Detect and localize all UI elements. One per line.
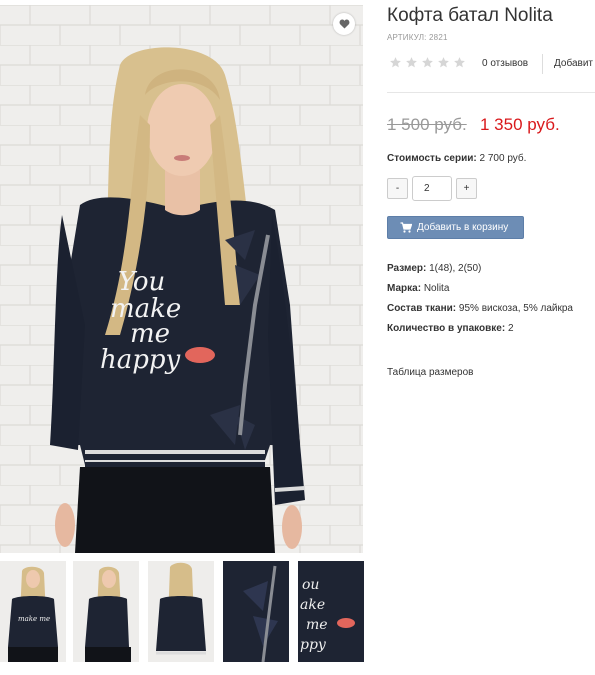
thumbnail-4[interactable] bbox=[223, 561, 289, 662]
old-price: 1 500 руб. bbox=[387, 115, 467, 134]
size-table-link[interactable]: Таблица размеров bbox=[387, 367, 473, 378]
attribute-brand: Марка: Nolita bbox=[387, 283, 573, 303]
shopping-cart-icon bbox=[400, 222, 412, 233]
star-icon[interactable] bbox=[405, 56, 418, 69]
attribute-label: Количество в упаковке: bbox=[387, 323, 506, 334]
divider bbox=[387, 92, 595, 93]
product-title: Кофта батал Nolita bbox=[387, 5, 553, 26]
add-to-cart-button[interactable]: Добавить в корзину bbox=[387, 216, 524, 239]
attribute-pack-quantity: Количество в упаковке: 2 bbox=[387, 323, 573, 343]
star-icon[interactable] bbox=[389, 56, 402, 69]
attribute-value: Nolita bbox=[423, 283, 450, 294]
star-icon[interactable] bbox=[453, 56, 466, 69]
favorite-button[interactable] bbox=[333, 13, 355, 35]
attribute-value: 2 bbox=[507, 323, 514, 334]
star-icon[interactable] bbox=[421, 56, 434, 69]
thumbnail-3[interactable] bbox=[148, 561, 214, 662]
attribute-fabric: Состав ткани: 95% вискоза, 5% лайкра bbox=[387, 303, 573, 323]
quantity-increase-button[interactable]: + bbox=[456, 178, 477, 199]
series-cost-value: 2 700 руб. bbox=[479, 153, 527, 164]
attribute-label: Размер: bbox=[387, 263, 427, 274]
attribute-size: Размер: 1(48), 2(50) bbox=[387, 263, 573, 283]
thumbnail-image: ou ake me ppy bbox=[298, 561, 364, 662]
thumbnail-1[interactable]: make me bbox=[0, 561, 66, 662]
attribute-value: 95% вискоза, 5% лайкра bbox=[458, 303, 573, 314]
thumbnail-5[interactable]: ou ake me ppy bbox=[298, 561, 364, 662]
thumbnail-image bbox=[223, 561, 289, 662]
product-sku: АРТИКУЛ: 2821 bbox=[387, 33, 448, 42]
quantity-decrease-button[interactable]: - bbox=[387, 178, 408, 199]
svg-text:You: You bbox=[118, 267, 165, 297]
svg-text:ake: ake bbox=[300, 597, 325, 613]
svg-text:ou: ou bbox=[302, 577, 319, 593]
star-icon[interactable] bbox=[437, 56, 450, 69]
product-attributes: Размер: 1(48), 2(50) Марка: Nolita Соста… bbox=[387, 263, 573, 343]
heart-icon bbox=[339, 19, 349, 29]
sku-label: АРТИКУЛ: bbox=[387, 33, 427, 42]
add-to-cart-label: Добавить в корзину bbox=[417, 222, 509, 233]
thumbnail-2[interactable] bbox=[73, 561, 139, 662]
thumbnail-image: make me bbox=[0, 561, 66, 662]
quantity-input[interactable] bbox=[412, 176, 452, 201]
thumbnail-gallery: make me ou ake me ppy bbox=[0, 561, 365, 662]
svg-text:make me: make me bbox=[18, 615, 50, 623]
series-cost-label: Стоимость серии: bbox=[387, 153, 477, 164]
add-review-link[interactable]: Добавит bbox=[554, 58, 593, 69]
quantity-stepper: - + bbox=[387, 176, 487, 201]
attribute-value: 1(48), 2(50) bbox=[429, 263, 482, 274]
divider bbox=[542, 54, 543, 74]
main-product-image[interactable]: You make me happy bbox=[0, 5, 363, 553]
svg-text:me: me bbox=[306, 617, 328, 633]
reviews-count-link[interactable]: 0 отзывов bbox=[482, 58, 528, 69]
rating-stars[interactable] bbox=[389, 56, 466, 69]
thumbnail-image bbox=[73, 561, 139, 662]
attribute-label: Марка: bbox=[387, 283, 422, 294]
svg-text:ppy: ppy bbox=[300, 637, 327, 653]
attribute-label: Состав ткани: bbox=[387, 303, 457, 314]
series-cost: Стоимость серии: 2 700 руб. bbox=[387, 153, 526, 164]
sku-value: 2821 bbox=[429, 33, 448, 42]
svg-text:happy: happy bbox=[100, 345, 181, 375]
product-photo: You make me happy bbox=[0, 5, 363, 553]
current-price: 1 350 руб. bbox=[480, 115, 560, 134]
thumbnail-image bbox=[148, 561, 214, 662]
